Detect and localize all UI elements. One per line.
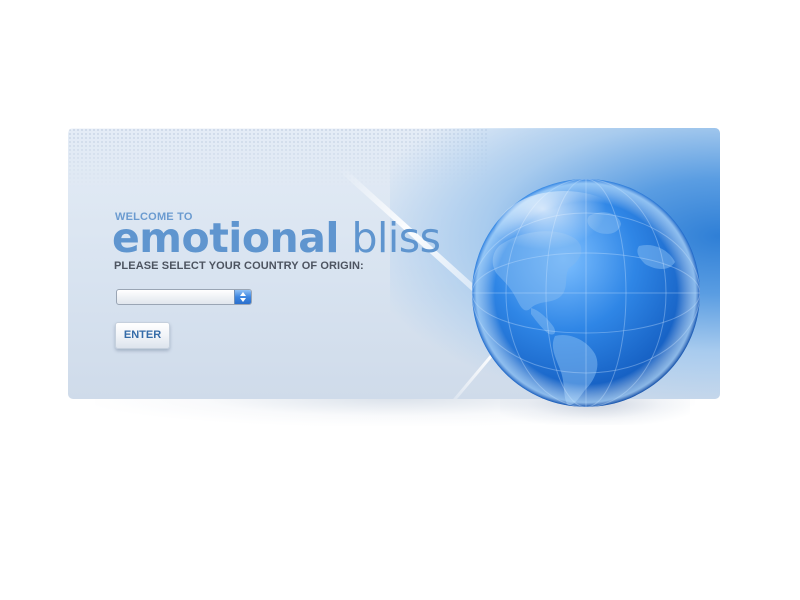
up-down-arrows-icon[interactable] bbox=[235, 290, 251, 304]
splash-page: WELCOME TO emotional bliss PLEASE SELECT… bbox=[0, 0, 800, 600]
enter-button[interactable]: ENTER bbox=[115, 322, 170, 349]
brand-name-part1: emotional bbox=[112, 214, 339, 262]
globe-icon bbox=[472, 179, 700, 407]
brand-name-part2: bliss bbox=[351, 214, 441, 262]
country-prompt-label: PLEASE SELECT YOUR COUNTRY OF ORIGIN: bbox=[114, 260, 364, 272]
arrow-up-icon bbox=[240, 292, 246, 296]
arrow-down-icon bbox=[240, 298, 246, 302]
country-select[interactable] bbox=[116, 289, 252, 305]
brand-logo: emotional bliss bbox=[112, 214, 441, 262]
